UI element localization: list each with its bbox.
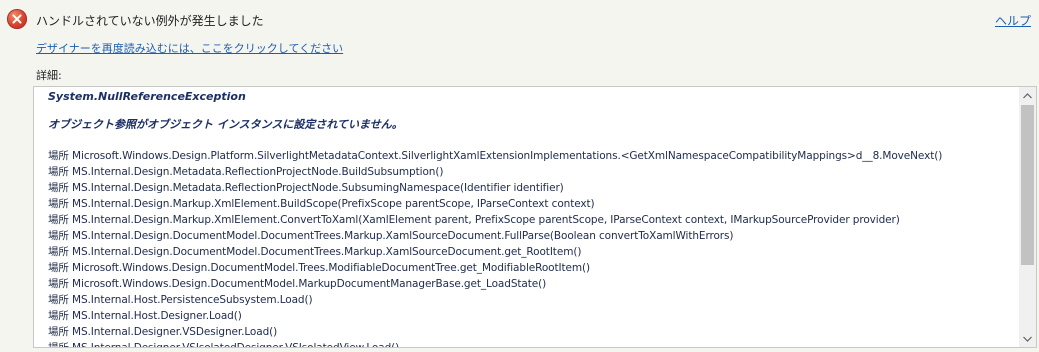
- stack-trace-line: 場所 MS.Internal.Designer.VSIsolatedDesign…: [48, 340, 1019, 347]
- vertical-scrollbar[interactable]: [1019, 87, 1036, 347]
- stack-trace-line: 場所 MS.Internal.Host.PersistenceSubsystem…: [48, 294, 313, 306]
- details-content: System.NullReferenceException オブジェクト参照がオ…: [34, 87, 1019, 347]
- stack-trace-line: 場所 MS.Internal.Designer.VSDesigner.Load(…: [48, 326, 278, 338]
- details-textbox[interactable]: System.NullReferenceException オブジェクト参照がオ…: [33, 86, 1037, 348]
- chevron-up-icon[interactable]: [1019, 87, 1036, 104]
- stack-trace-line: 場所 MS.Internal.Design.Markup.XmlElement.…: [48, 214, 900, 226]
- details-label: 詳細:: [36, 69, 62, 82]
- stack-trace-line: 場所 Microsoft.Windows.Design.DocumentMode…: [48, 278, 547, 290]
- scroll-thumb[interactable]: [1021, 105, 1034, 265]
- reload-designer-link[interactable]: デザイナーを再度読み込むには、ここをクリックしてください: [36, 40, 343, 56]
- stack-trace-line: 場所 MS.Internal.Host.Designer.Load(): [48, 310, 242, 322]
- exception-message: オブジェクト参照がオブジェクト インスタンスに設定されていません。: [48, 118, 403, 131]
- stack-trace-line: 場所 MS.Internal.Design.DocumentModel.Docu…: [48, 246, 582, 258]
- error-icon: [7, 9, 27, 29]
- exception-type: System.NullReferenceException: [48, 90, 246, 103]
- stack-trace-line: 場所 Microsoft.Windows.Design.Platform.Sil…: [48, 150, 943, 162]
- stack-trace-line: 場所 MS.Internal.Design.Markup.XmlElement.…: [48, 198, 595, 210]
- stack-trace-line: 場所 Microsoft.Windows.Design.DocumentMode…: [48, 262, 591, 274]
- stack-trace-line: 場所 MS.Internal.Design.DocumentModel.Docu…: [48, 230, 734, 242]
- stack-trace: 場所 Microsoft.Windows.Design.Platform.Sil…: [48, 148, 1019, 347]
- help-link[interactable]: ヘルプ: [995, 12, 1031, 29]
- stack-trace-line: 場所 MS.Internal.Design.Metadata.Reflectio…: [48, 182, 564, 194]
- error-title: ハンドルされていない例外が発生しました: [36, 14, 264, 28]
- chevron-down-icon[interactable]: [1019, 330, 1036, 347]
- stack-trace-line: 場所 MS.Internal.Design.Metadata.Reflectio…: [48, 166, 444, 178]
